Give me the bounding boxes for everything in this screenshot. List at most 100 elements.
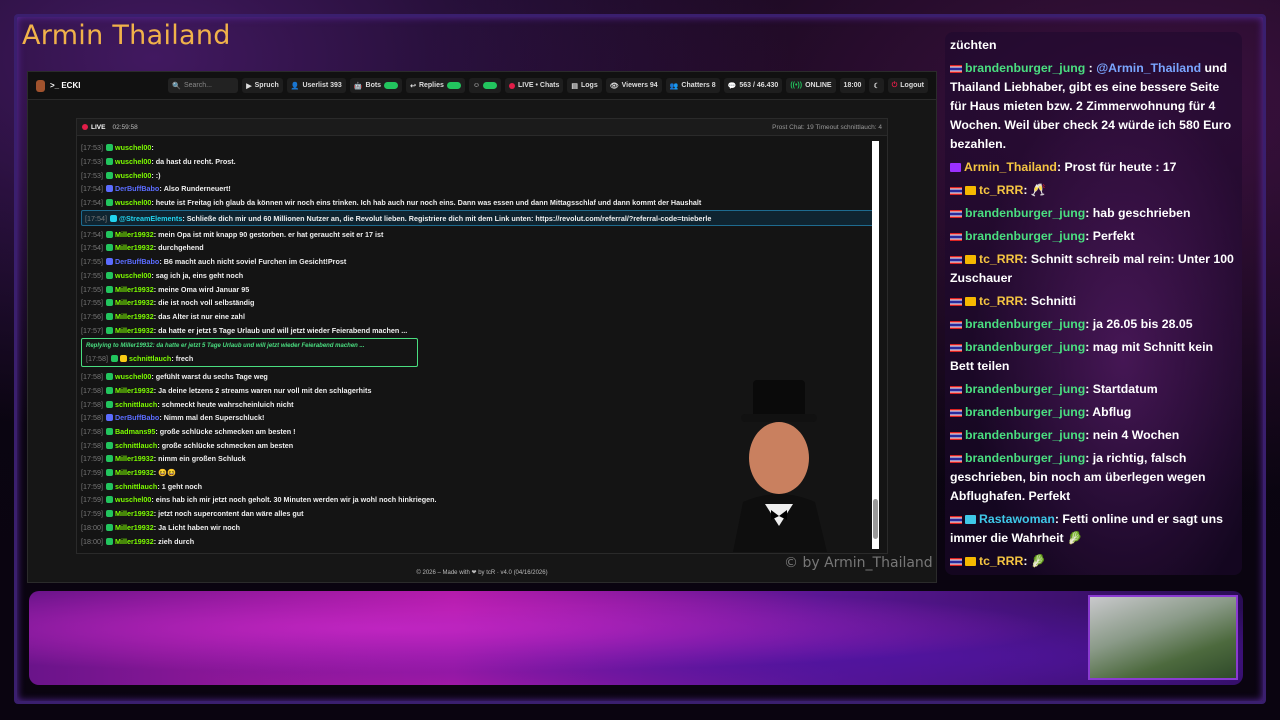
bots-switch[interactable] (384, 82, 399, 89)
overlay-chat-message: Rastawoman: Fetti online und er sagt uns… (950, 510, 1237, 548)
username[interactable]: wuschel00 (115, 157, 151, 166)
bots-toggle[interactable]: 🤖 Bots (349, 78, 403, 93)
thai-flag-icon (950, 320, 962, 329)
stream-chat-overlay: züchten brandenburger_jung : @Armin_Thail… (945, 32, 1242, 575)
live-dot-icon (82, 124, 88, 130)
search-input[interactable]: 🔍 Search... (168, 78, 239, 93)
overlay-chat-message: brandenburger_jung : @Armin_Thailand und… (950, 61, 1232, 151)
username[interactable]: schnittlauch (115, 441, 157, 450)
badge-icon (105, 373, 113, 381)
username[interactable]: Miller19932 (115, 298, 154, 307)
navbar: >_ ECKI 🔍 Search... ▶ Spruch 👤 Userlist 39… (28, 72, 936, 100)
overlay-chat-message: brandenburger_jung: Perfekt (950, 227, 1237, 246)
webcam-frame (1088, 595, 1238, 680)
username[interactable]: wuschel00 (115, 171, 151, 180)
watermark: © by Armin_Thailand (784, 555, 933, 571)
overlay-chat-message: brandenburger_jung: nein 4 Wochen (950, 426, 1237, 445)
reply-message[interactable]: Replying to Miller19932: da hatte er jet… (81, 337, 418, 367)
overlay-chat-message: tc_RRR: Schnitt schreib mal rein: Unter … (950, 250, 1237, 288)
username[interactable]: Miller19932 (115, 230, 154, 239)
username[interactable]: DerBuffBabo (115, 184, 159, 193)
username[interactable]: Miller19932 (115, 243, 154, 252)
emote-switch[interactable] (483, 82, 498, 89)
username[interactable]: wuschel00 (115, 372, 151, 381)
timestamp: [17:56] (81, 311, 103, 321)
message-text: das Alter ist nur eine zahl (158, 311, 245, 321)
username[interactable]: Miller19932 (115, 468, 154, 477)
subscriber-badge-icon (965, 515, 976, 525)
viewers-button[interactable]: 👁 Viewers 94 (605, 78, 662, 93)
badge-icon (105, 414, 113, 422)
username[interactable]: Miller19932 (115, 509, 154, 518)
message-count: 💬 563 / 46.430 (723, 78, 783, 93)
chat-message: [17:54] Miller19932: mein Opa ist mit kna… (81, 229, 384, 239)
username[interactable]: wuschel00 (115, 271, 151, 280)
overlay-username: brandenburger_jung (965, 382, 1086, 396)
username[interactable]: schnittlauch (115, 400, 157, 409)
chatters-button[interactable]: 👥 Chatters 8 (665, 78, 720, 93)
live-chats-button[interactable]: LIVE • Chats (505, 78, 564, 93)
reply-line: [17:58] schnittlauch: frech (86, 354, 194, 364)
badge-icon (105, 285, 113, 293)
thai-flag-icon (950, 343, 962, 352)
username[interactable]: Miller19932 (115, 326, 154, 335)
overlay-username: Rastawoman (979, 512, 1055, 526)
username[interactable]: wuschel00 (115, 495, 151, 504)
badge-icon (105, 230, 113, 238)
timestamp: [17:54] (81, 243, 103, 253)
username[interactable]: Miller19932 (115, 312, 154, 321)
replies-switch[interactable] (446, 82, 461, 89)
overlay-username: tc_RRR (979, 554, 1024, 568)
badge-icon (105, 455, 113, 463)
overlay-message-text: : hab geschrieben (1085, 206, 1191, 220)
username[interactable]: Badmans95 (115, 427, 155, 436)
overlay-message-text: : Startdatum (1085, 382, 1158, 396)
username[interactable]: DerBuffBabo (115, 257, 159, 266)
username[interactable]: Miller19932 (115, 386, 154, 395)
scroll-thumb[interactable] (873, 499, 878, 539)
overlay-username: brandenburger_jung (965, 451, 1086, 465)
timestamp: [17:55] (81, 270, 103, 280)
live-chats-label: LIVE • Chats (518, 82, 560, 89)
users-icon: 👥 (669, 82, 679, 90)
overlay-username: tc_RRR (979, 183, 1024, 197)
thai-flag-icon (950, 408, 962, 417)
message-text: 😆😆 (158, 468, 177, 478)
spruch-label: Spruch (254, 82, 279, 89)
username[interactable]: DerBuffBabo (115, 413, 159, 422)
username[interactable]: @StreamElements (119, 214, 182, 223)
username[interactable]: wuschel00 (115, 198, 151, 207)
message-text: gefühlt warst du sechs Tage weg (155, 372, 268, 382)
message-text: zieh durch (158, 536, 195, 546)
overlay-chat-message: tc_RRR: 🥬 (950, 552, 1237, 571)
theme-toggle[interactable]: ☾ (869, 78, 884, 93)
timestamp: [17:54] (81, 198, 103, 208)
thai-flag-icon (950, 431, 962, 440)
chat-scrollbar[interactable] (872, 141, 879, 549)
badge-icon (109, 214, 117, 222)
overlay-username: tc_RRR (979, 252, 1024, 266)
message-text: da hatte er jetzt 5 Tage Urlaub und will… (158, 325, 408, 335)
replies-toggle[interactable]: ↩ Replies (406, 78, 465, 93)
username[interactable]: wuschel00 (115, 143, 151, 152)
badge-icon (105, 171, 113, 179)
username[interactable]: schnittlauch (129, 354, 171, 363)
logs-button[interactable]: ▤ Logs (567, 78, 602, 93)
spruch-button[interactable]: ▶ Spruch (242, 78, 283, 93)
live-label: LIVE (91, 123, 106, 131)
brand[interactable]: >_ ECKI (36, 79, 80, 92)
username[interactable]: Miller19932 (115, 454, 154, 463)
username[interactable]: Miller19932 (115, 537, 154, 546)
timestamp: [17:58] (81, 440, 103, 450)
emote-toggle[interactable]: ☺ (468, 78, 502, 93)
username[interactable]: schnittlauch (115, 482, 157, 491)
username[interactable]: Miller19932 (115, 285, 154, 294)
chat-message: [17:53] wuschel00: (81, 143, 156, 153)
logout-button[interactable]: ⏻ Logout (887, 78, 928, 93)
overlay-username: brandenburger_jung (965, 61, 1086, 75)
userlist-button[interactable]: 👤 Userlist 393 (286, 78, 346, 93)
username[interactable]: Miller19932 (115, 523, 154, 532)
message-text: B6 macht auch nicht soviel Furchen im Ge… (163, 257, 347, 267)
chat-message: [17:56] Miller19932: das Alter ist nur ei… (81, 311, 245, 321)
badge-icon (105, 496, 113, 504)
